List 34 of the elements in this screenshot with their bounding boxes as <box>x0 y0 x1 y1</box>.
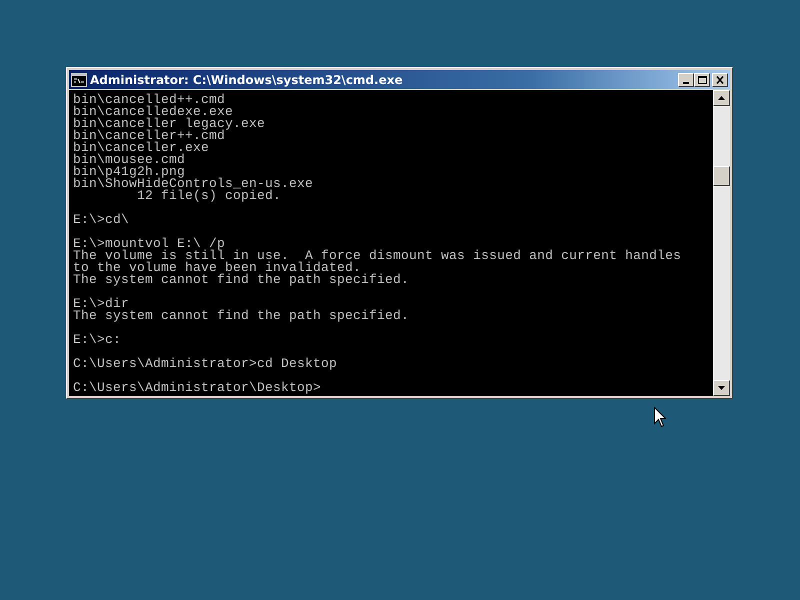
scroll-up-button[interactable] <box>713 90 730 106</box>
scroll-down-button[interactable] <box>713 380 730 396</box>
close-icon <box>715 74 725 84</box>
mouse-pointer-icon <box>654 407 666 427</box>
console-line: E:\>dir <box>73 298 130 310</box>
console-line: bin\mousee.cmd <box>73 154 186 166</box>
console-line: C:\Users\Administrator\Desktop> <box>73 382 322 394</box>
console-line: bin\canceller.exe <box>73 142 210 154</box>
console-line: 12 file(s) copied. <box>137 190 282 202</box>
console-line: E:\>c: <box>73 334 122 346</box>
console-line: C:\Users\Administrator>cd Desktop <box>73 358 338 370</box>
maximize-icon <box>697 74 707 84</box>
console-line: bin\p41g2h.png <box>73 166 186 178</box>
scroll-thumb[interactable] <box>713 166 730 186</box>
console-line: E:\>cd\ <box>73 214 130 226</box>
scrollbar[interactable] <box>713 90 730 396</box>
minimize-icon <box>683 82 689 84</box>
console-line: to the volume have been invalidated. <box>73 262 362 274</box>
console-icon <box>71 72 87 86</box>
console-line: bin\canceller legacy.exe <box>73 118 266 130</box>
close-button[interactable] <box>712 72 728 86</box>
console-line: The system cannot find the path specified. <box>73 274 410 286</box>
console-line: bin\canceller++.cmd <box>73 130 226 142</box>
maximize-button[interactable] <box>694 72 710 86</box>
minimize-button[interactable] <box>678 72 694 86</box>
console-line: bin\cancelled++.cmd <box>73 94 226 106</box>
console-line: bin\cancelledexe.exe <box>73 106 234 118</box>
console-line: The volume is still in use. A force dismount was issued and current handles <box>73 250 682 262</box>
console-line: bin\ShowHideControls_en-us.exe <box>73 178 314 190</box>
down-arrow-icon <box>718 386 725 390</box>
window-title: Administrator: C:\Windows\system32\cmd.exe <box>90 72 404 86</box>
console-line: The system cannot find the path specified. <box>73 310 410 322</box>
up-arrow-icon <box>718 96 725 100</box>
console-line: E:\>mountvol E:\ /p <box>73 238 226 250</box>
